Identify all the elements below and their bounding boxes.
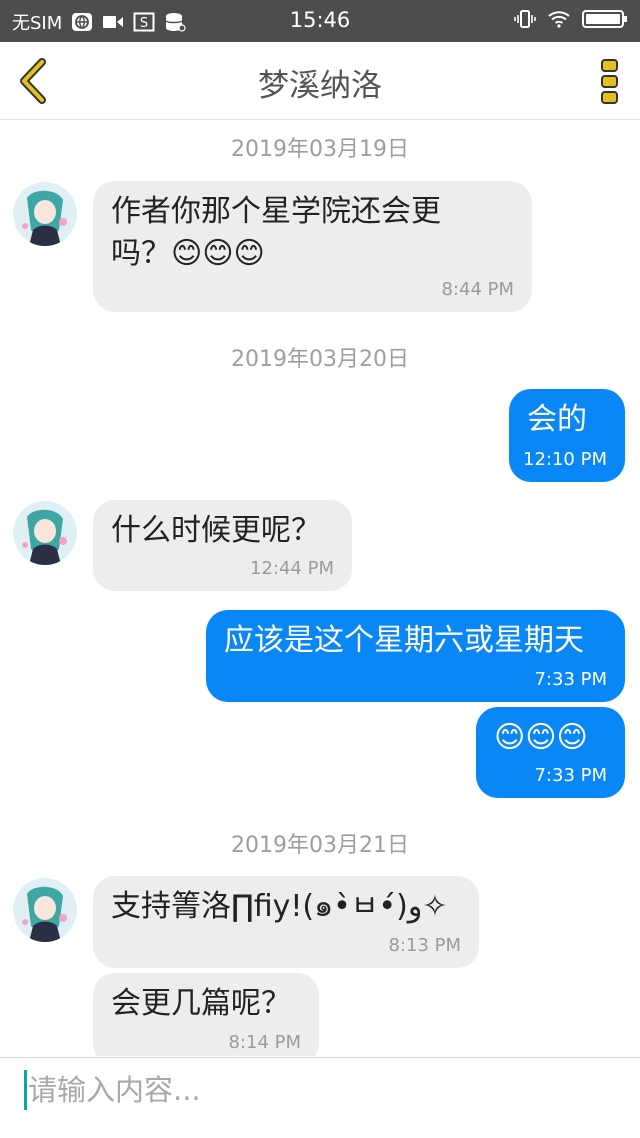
incoming-message[interactable]: 会更几篇呢？ 8:14 PM (93, 973, 319, 1056)
message-time: 12:10 PM (523, 449, 607, 470)
message-text: 会的 (527, 402, 587, 437)
status-right (514, 9, 628, 29)
outgoing-message[interactable]: 应该是这个星期六或星期天 7:33 PM (206, 610, 625, 702)
incoming-message[interactable]: 支持箐洛∏ﬁy!(๑•̀ㅂ•́)و✧ 8:13 PM (93, 876, 479, 968)
outgoing-message[interactable]: 😊😊😊 7:33 PM (476, 707, 625, 798)
message-list[interactable]: 2019年03月19日 作者你那个星学院还会更 吗？😊😊😊 8:44 PM 20… (0, 121, 640, 1056)
status-bar: 无SIM S 15:46 (0, 0, 640, 42)
page-title: 梦溪纳洛 (258, 68, 382, 104)
avatar[interactable] (13, 878, 77, 942)
message-text: 会更几篇呢？ (111, 986, 291, 1021)
date-divider: 2019年03月21日 (231, 833, 409, 858)
input-bar (0, 1057, 640, 1138)
date-divider: 2019年03月19日 (231, 137, 409, 162)
date-divider: 2019年03月20日 (231, 347, 409, 372)
message-time: 8:13 PM (388, 935, 461, 956)
avatar[interactable] (13, 501, 77, 565)
more-options-icon[interactable] (598, 58, 622, 106)
message-text: 😊😊😊 (494, 720, 588, 755)
message-text: 应该是这个星期六或星期天 (224, 623, 584, 658)
vibrate-icon (514, 10, 536, 28)
message-input[interactable] (28, 1064, 618, 1116)
message-time: 7:33 PM (534, 669, 607, 690)
outgoing-message[interactable]: 会的 12:10 PM (509, 389, 625, 482)
incoming-message[interactable]: 什么时候更呢？ 12:44 PM (93, 500, 352, 591)
incoming-message[interactable]: 作者你那个星学院还会更 吗？😊😊😊 8:44 PM (93, 181, 532, 312)
avatar[interactable] (13, 182, 77, 246)
message-text: 什么时候更呢？ (111, 513, 321, 548)
message-text: 作者你那个星学院还会更 吗？😊😊😊 (111, 194, 441, 271)
message-text: 支持箐洛∏ﬁy!(๑•̀ㅂ•́)و✧ (111, 889, 448, 924)
text-caret (24, 1070, 27, 1110)
wifi-icon (548, 11, 570, 28)
chat-header: 梦溪纳洛 (0, 42, 640, 120)
message-time: 8:44 PM (441, 279, 514, 300)
message-time: 7:33 PM (534, 765, 607, 786)
battery-icon (582, 10, 627, 28)
message-time: 12:44 PM (250, 558, 334, 579)
message-time: 8:14 PM (228, 1032, 301, 1053)
